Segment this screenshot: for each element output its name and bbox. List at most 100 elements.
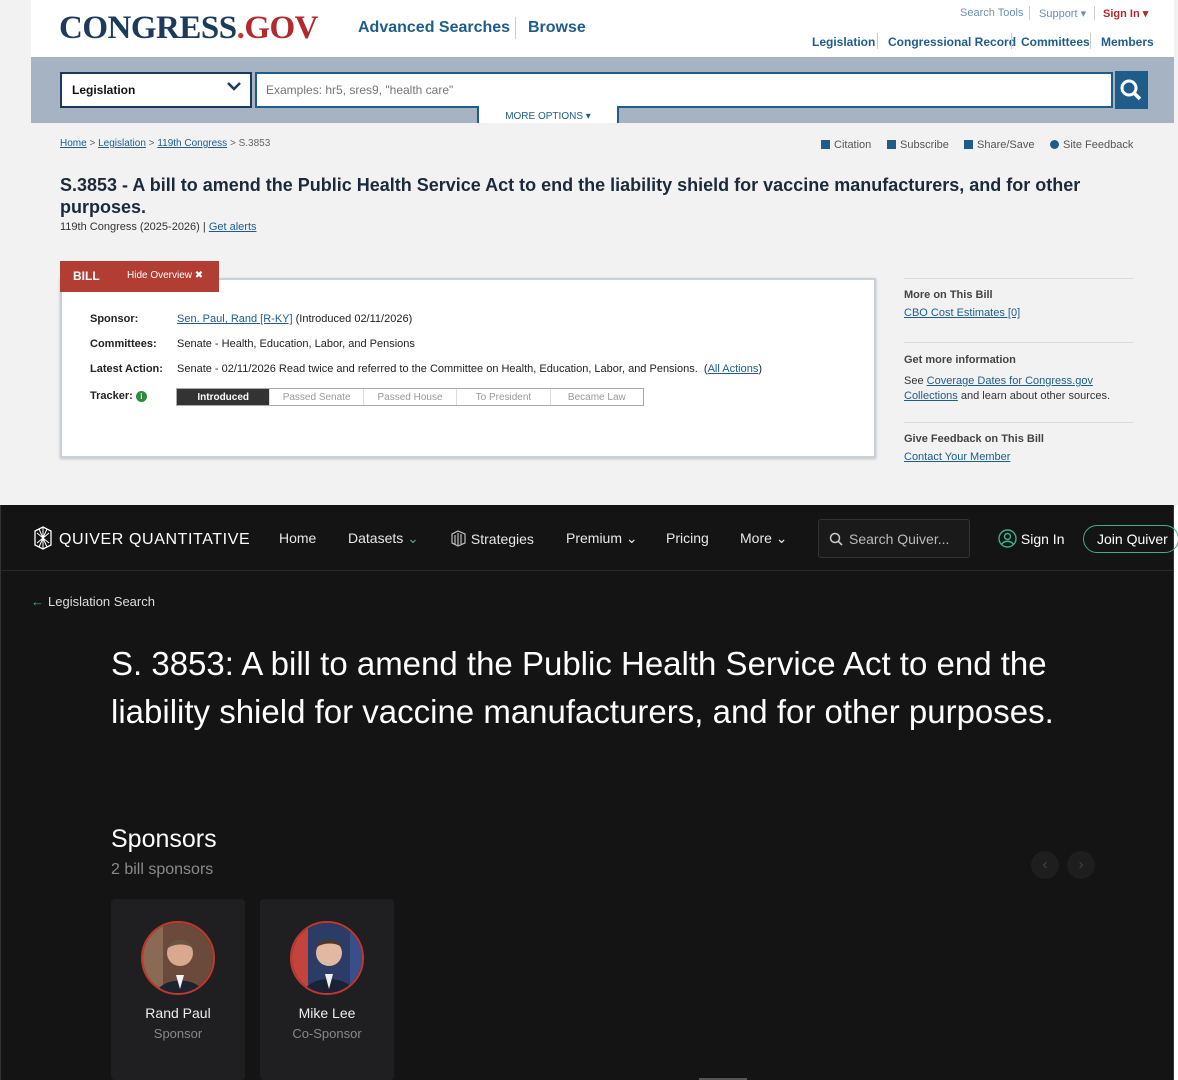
sponsor-card[interactable]: Mike Lee Co-Sponsor [260, 899, 394, 1080]
avatar [290, 921, 364, 995]
congress-logo[interactable]: CONGRESS.GOV [59, 10, 318, 47]
strategies-icon [451, 530, 466, 547]
all-actions-link[interactable]: All Actions [708, 363, 759, 375]
avatar [141, 921, 215, 995]
feedback-icon [1050, 140, 1059, 149]
nav-datasets[interactable]: Datasets ⌄ [348, 530, 419, 547]
secnav-divider [877, 33, 878, 49]
tool-citation[interactable]: Citation [821, 139, 871, 151]
arrow-left-icon: ← [31, 594, 44, 609]
sponsors-heading: Sponsors [111, 825, 217, 853]
sponsors-count: 2 bill sponsors [111, 861, 214, 878]
bill-tab[interactable]: BILL Hide Overview ✖ [60, 261, 219, 292]
get-alerts-link[interactable]: Get alerts [209, 221, 257, 233]
quiver-logo-text: QUIVER QUANTITATIVE [59, 531, 251, 548]
congress-content: Home > Legislation > 119th Congress > S.… [31, 123, 1174, 505]
bill-title: S.3853 - A bill to amend the Public Heal… [60, 175, 1081, 217]
nav-strategies[interactable]: Strategies [450, 530, 534, 547]
sidebar-heading: Get more information [904, 354, 1016, 366]
sponsor-role: Sponsor [153, 1026, 203, 1041]
tool-label: Site Feedback [1063, 139, 1134, 151]
secnav-members[interactable]: Members [1101, 35, 1154, 49]
chevron-down-icon: ⌄ [625, 530, 638, 546]
select-value: Legislation [72, 83, 136, 97]
sponsor-name: Rand Paul [145, 1005, 211, 1021]
search-icon [829, 532, 843, 546]
join-quiver-button[interactable]: Join Quiver [1083, 525, 1178, 553]
committees-value: Senate - Health, Education, Labor, and P… [177, 338, 415, 350]
session-text: 119th Congress (2025-2026) | [60, 221, 206, 233]
congress-session: 119th Congress (2025-2026) | Get alerts [60, 221, 257, 233]
sidebar-more-info: Get more information See Coverage Dates … [904, 353, 1134, 404]
latest-action-label: Latest Action: [90, 363, 163, 375]
search-icon [1120, 79, 1142, 101]
search-scope-select[interactable]: Legislation [60, 72, 252, 108]
sponsor-name: Mike Lee [298, 1005, 356, 1021]
committees-label: Committees: [90, 338, 157, 350]
util-sign-in[interactable]: Sign In ▾ [1103, 7, 1148, 20]
sign-in-button[interactable]: Sign In [998, 529, 1064, 548]
bill-overview-card: Sponsor: Sen. Paul, Rand [R-KY] (Introdu… [60, 278, 876, 458]
sign-in-label: Sign In [1020, 531, 1065, 547]
cbo-cost-estimates-link[interactable]: CBO Cost Estimates [0] [904, 307, 1020, 319]
breadcrumb-home[interactable]: Home [60, 138, 87, 149]
learn-text: and learn about other sources. [960, 390, 1111, 402]
tracker-step-passed-house: Passed House [364, 389, 458, 405]
quiver-logo[interactable]: QUIVER QUANTITATIVE [31, 525, 250, 551]
nav-divider [515, 17, 516, 39]
util-divider [1094, 6, 1095, 20]
nav-premium[interactable]: Premium ⌄ [566, 530, 638, 547]
search-button[interactable] [1115, 71, 1148, 109]
sidebar-divider [904, 422, 1134, 423]
info-icon[interactable]: i [135, 391, 147, 402]
nav-browse[interactable]: Browse [528, 19, 586, 37]
breadcrumb: Home > Legislation > 119th Congress > S.… [60, 138, 271, 149]
latest-action-value: Senate - 02/11/2026 Read twice and refer… [177, 363, 698, 375]
quiver-window: QUIVER QUANTITATIVE Home Datasets ⌄ Stra… [0, 505, 1178, 1080]
breadcrumb-legislation[interactable]: Legislation [98, 138, 146, 149]
sponsor-role: Co-Sponsor [292, 1026, 362, 1041]
carousel-next-button[interactable]: › [1067, 851, 1095, 879]
carousel-prev-button[interactable]: ‹ [1031, 851, 1059, 879]
tracker-step-introduced: Introduced [177, 389, 271, 405]
back-to-legislation-search[interactable]: ← Legislation Search [31, 594, 155, 609]
secnav-committees[interactable]: Committees [1021, 35, 1090, 49]
breadcrumb-congress[interactable]: 119th Congress [157, 138, 227, 149]
quiver-search-input[interactable]: Search Quiver... [818, 519, 970, 558]
nav-advanced-searches[interactable]: Advanced Searches [358, 19, 510, 37]
nav-more[interactable]: More ⌄ [740, 530, 788, 547]
nav-strategies-label: Strategies [470, 531, 534, 547]
nav-premium-label: Premium [566, 530, 623, 546]
secnav-congressional-record[interactable]: Congressional Record [888, 35, 1016, 49]
sidebar-divider [904, 342, 1134, 343]
chevron-down-icon: ⌄ [407, 530, 419, 546]
sponsor-photo [143, 923, 213, 993]
sponsor-link[interactable]: Sen. Paul, Rand [R-KY] [177, 313, 293, 325]
search-input[interactable] [255, 72, 1113, 108]
sponsor-photo [292, 923, 362, 993]
sponsor-card[interactable]: Rand Paul Sponsor [111, 899, 245, 1080]
congress-search-bar: Legislation MORE OPTIONS ▾ [31, 57, 1174, 128]
util-divider [1029, 6, 1030, 20]
tool-subscribe[interactable]: Subscribe [887, 139, 949, 151]
left-margin [0, 0, 31, 505]
sponsor-intro-date: (Introduced 02/11/2026) [295, 313, 413, 325]
nav-home[interactable]: Home [279, 530, 316, 546]
tracker-step-became-law: Became Law [567, 391, 626, 403]
contact-member-link[interactable]: Contact Your Member [904, 451, 1010, 463]
hide-overview-button[interactable]: Hide Overview ✖ [127, 270, 203, 281]
secnav-legislation[interactable]: Legislation [812, 35, 875, 49]
util-support[interactable]: Support ▾ [1039, 7, 1086, 20]
sidebar-more-on-bill: More on This Bill CBO Cost Estimates [0] [904, 289, 1134, 319]
secnav-divider [1090, 33, 1091, 49]
chevron-down-icon: ⌄ [775, 530, 788, 546]
tracker-step-to-president: To President [457, 389, 551, 405]
tool-site-feedback[interactable]: Site Feedback [1050, 139, 1133, 151]
sidebar-feedback: Give Feedback on This Bill Contact Your … [904, 433, 1134, 463]
tracker-label: Tracker: [90, 390, 133, 402]
nav-pricing[interactable]: Pricing [666, 530, 709, 546]
congress-header: CONGRESS.GOV Advanced Searches Browse Se… [31, 0, 1174, 57]
util-search-tools[interactable]: Search Tools [960, 7, 1023, 19]
tool-share-save[interactable]: Share/Save [964, 139, 1034, 151]
right-margin [1174, 0, 1178, 505]
